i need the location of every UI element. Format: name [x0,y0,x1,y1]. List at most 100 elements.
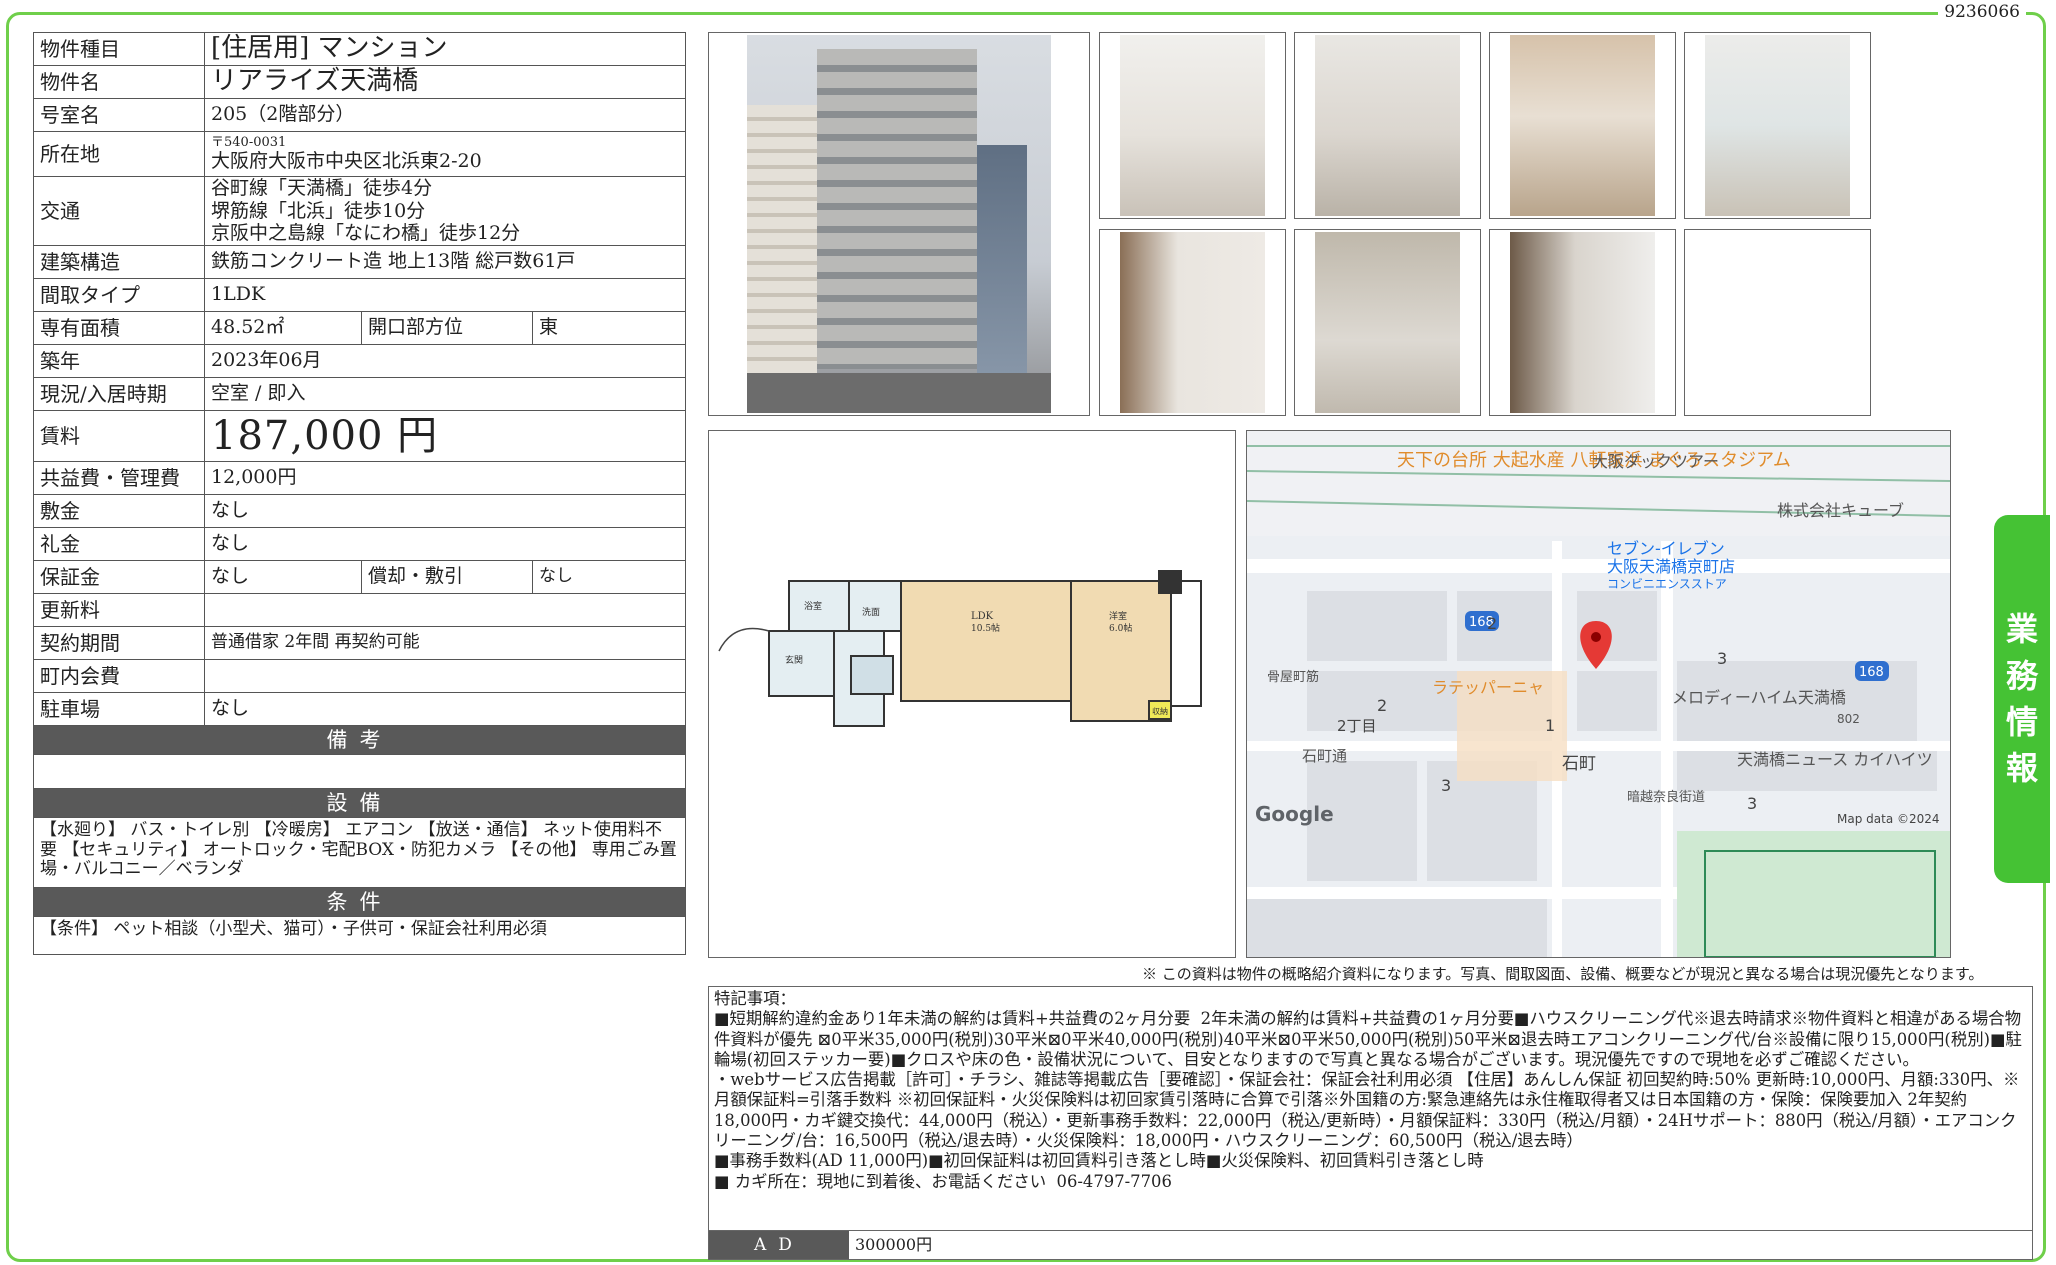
area-value: 48.52㎡ [204,311,362,345]
renewal-value [204,593,686,627]
equipment-title: 設備 [33,788,686,818]
transit-line: 京阪中之島線「なにわ橋」徒歩12分 [211,222,521,245]
rent-value: 187,000 円 [204,410,686,462]
fee-value: 12,000円 [204,461,686,495]
special-notes-title: 特記事項： [714,989,796,1008]
postal-code: 〒540-0031 [211,134,287,150]
map-drawing: 天下の台所 大起水産 八軒家浜 まぐろスタジアム 大阪ダックツアー 株式会社キュ… [1247,431,1950,957]
map-label-802: 802 [1837,712,1860,726]
business-info-tab[interactable]: 業 務 情 報 [1994,515,2050,883]
location-map[interactable]: 天下の台所 大起水産 八軒家浜 まぐろスタジアム 大阪ダックツアー 株式会社キュ… [1246,430,1951,958]
layout-label: 間取タイプ [33,278,205,312]
contract-label: 契約期間 [33,626,205,660]
deposit-value: なし [204,494,686,528]
bathroom-photo [1489,229,1676,416]
map-label-melody: メロディーハイム天満橋 [1672,688,1846,707]
remarks-text [33,754,686,789]
map-block-3b: 3 [1441,776,1451,795]
direction-label: 開口部方位 [361,311,533,345]
special-notes-line: ■ カギ所在：現地に到着後、お電話ください 06-4797-7706 [714,1171,1172,1191]
map-block-3c: 3 [1747,794,1757,813]
map-block-1: 1 [1545,716,1555,735]
property-table: 物件種目 [住居用] マンション 物件名 リアライズ天満橋 号室名 205（2階部分）… [33,32,686,955]
map-label-seven-eleven: セブン-イレブン [1607,539,1725,558]
map-label-seven-branch: 大阪天満橋京町店 [1607,557,1735,576]
conditions-title: 条件 [33,887,686,917]
map-label-heights: 天満橋ニュース カイハイツ [1737,750,1933,769]
washroom-photo [1099,229,1286,416]
rent-label: 賃料 [33,410,205,462]
ad-value: 300000円 [855,1235,933,1254]
empty-photo-slot [1684,229,1871,416]
community-value [204,659,686,693]
western-room-photo [1684,32,1871,219]
parking-label: 駐車場 [33,692,205,726]
remarks-title: 備考 [33,725,686,755]
guarantee-label: 保証金 [33,560,205,594]
structure-value: 鉄筋コンクリート造 地上13階 総戸数61戸 [204,245,686,279]
tab-char: 務 [2005,656,2038,695]
transit-line: 堺筋線「北浜」徒歩10分 [211,199,426,222]
name-value: リアライズ天満橋 [204,65,686,99]
built-value: 2023年06月 [204,344,686,378]
floor-plan-drawing: 浴室 洗面 玄関 LDK 10.5帖 洋室 6.0帖 収納 [718,570,1202,727]
map-label-ishimachi-street: 石町通 [1302,747,1347,765]
tab-char: 業 [2005,610,2038,649]
address-label: 所在地 [33,131,205,177]
amortization-value: なし [532,560,686,594]
address-value: 大阪府大阪市中央区北浜東2-20 [211,149,482,172]
ad-label: AD [709,1231,849,1259]
map-label-route-2: 168 [1859,665,1884,680]
key-money-value: なし [204,527,686,561]
ad-row: AD 300000円 [709,1230,2032,1259]
special-notes: 特記事項： ■短期解約違約金あり1年未満の解約は賃料+共益費の2ヶ月分要 2年未… [708,986,2033,1260]
status-value: 空室 / 即入 [204,377,686,411]
google-logo: Google [1255,802,1334,826]
key-money-label: 礼金 [33,527,205,561]
floor-plan: 浴室 洗面 玄関 LDK 10.5帖 洋室 6.0帖 収納 [708,430,1236,958]
map-label-kurumamachi: 骨屋町筋 [1267,669,1319,685]
area-label: 専有面積 [33,311,205,345]
plan-storage-label: 収納 [1152,706,1168,716]
plan-western-size: 6.0帖 [1109,622,1132,634]
structure-label: 建築構造 [33,245,205,279]
plan-western-label: 洋室 [1109,610,1127,622]
tab-char: 報 [2005,749,2038,788]
status-label: 現況/入居時期 [33,377,205,411]
transit-label: 交通 [33,176,205,246]
direction-value: 東 [532,311,686,345]
disclaimer-note: ※ この資料は物件の概略紹介資料になります。写真、間取図面、設備、概要などが現況… [1142,965,1984,983]
plan-washroom-label: 洗面 [862,606,880,618]
transit-line: 谷町線「天満橋」徒歩4分 [211,177,433,200]
contract-value: 普通借家 2年間 再契約可能 [204,626,686,660]
renewal-label: 更新料 [33,593,205,627]
plan-ldk-size: 10.5帖 [971,622,1000,634]
document-number: 9236066 [1938,2,2026,22]
kitchen-photo [1099,32,1286,219]
map-label-nichome: 2丁目 [1337,717,1377,735]
map-block-2b: 2 [1377,696,1387,715]
map-block-2a: 2 [1487,614,1497,633]
room-value: 205（2階部分） [204,98,686,132]
parking-value: なし [204,692,686,726]
equipment-text: 【水廻り】 バス・トイレ別 【冷暖房】 エアコン 【放送・通信】 ネット使用料不… [33,817,686,888]
ldk-photo [1294,32,1481,219]
layout-value: 1LDK [204,278,686,312]
deposit-label: 敷金 [33,494,205,528]
fee-label: 共益費・管理費 [33,461,205,495]
built-label: 築年 [33,344,205,378]
map-label-tour: 大阪ダックツアー [1592,452,1719,471]
map-label-store-type: コンビニエンスストア [1607,577,1727,591]
map-label-sakaisuji: 暗越奈良街道 [1627,789,1705,805]
name-label: 物件名 [33,65,205,99]
map-data-credit: Map data ©2024 [1837,812,1940,826]
toilet-photo [1294,229,1481,416]
map-label-ishimachi: 石町 [1562,754,1596,774]
special-notes-line: ・webサービス広告掲載［許可］・チラシ、雑誌等掲載広告［要確認］・保証会社：保… [714,1070,2020,1151]
living-room-photo [1489,32,1676,219]
special-notes-line: ■事務手数料(AD 11,000円)■初回保証料は初回賃料引き落とし時■火災保険… [714,1151,1484,1171]
plan-ldk-label: LDK [971,611,994,622]
map-block-3a: 3 [1717,649,1727,668]
community-label: 町内会費 [33,659,205,693]
building-exterior-photo [708,32,1090,416]
